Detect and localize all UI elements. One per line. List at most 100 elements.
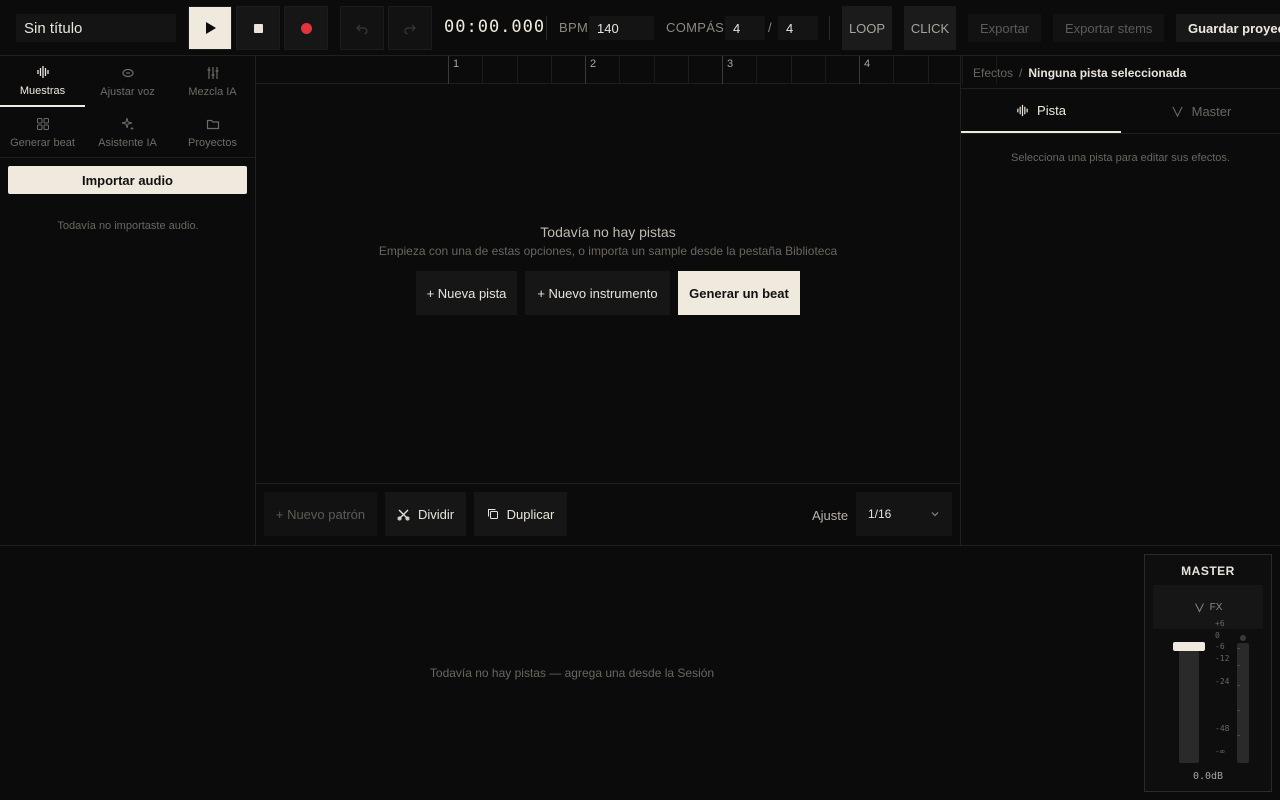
project-title-input[interactable] [16, 14, 176, 42]
timeline-empty-subtitle: Empieza con una de estas opciones, o imp… [378, 244, 838, 258]
meter-label: COMPÁS [666, 20, 725, 35]
tab-samples[interactable]: Muestras [0, 56, 85, 107]
master-level-meter [1237, 643, 1249, 763]
save-project-button[interactable]: Guardar proyecto [1176, 14, 1280, 42]
clip-indicator [1240, 635, 1246, 641]
split-label: Dividir [417, 506, 455, 522]
export-button[interactable]: Exportar [968, 14, 1042, 42]
divider [961, 133, 1280, 134]
play-button[interactable] [188, 6, 232, 50]
new-pattern-button[interactable]: + Nuevo patrón [264, 492, 377, 536]
mixer-panel: Todavía no hay pistas — agrega una desde… [0, 545, 1280, 800]
bar-line [585, 56, 586, 84]
library-panel: Muestras Ajustar voz Mezcla IA Generar b… [0, 56, 256, 545]
tab-voice[interactable]: Ajustar voz [85, 56, 170, 107]
beat-line [516, 56, 518, 84]
scale-label: +6 [1215, 619, 1225, 628]
tab-ai-assistant[interactable]: Asistente IA [85, 107, 170, 158]
fx-label: FX [1209, 601, 1223, 613]
duplicate-button[interactable]: Duplicar [474, 492, 567, 536]
scale-label: -6 [1215, 642, 1225, 651]
edit-toolbar: + Nuevo patrón Dividir Duplicar Ajuste 1… [256, 483, 960, 545]
voice-icon [121, 68, 134, 77]
duplicate-label: Duplicar [506, 506, 555, 522]
waveform-icon [1017, 104, 1028, 116]
fx-icon [1194, 602, 1204, 613]
bar-number: 2 [590, 58, 597, 70]
master-title: MASTER [1181, 564, 1235, 578]
sparkle-icon [121, 117, 134, 130]
master-fader-track[interactable] [1179, 645, 1199, 763]
beat-line [550, 56, 552, 84]
click-toggle[interactable]: CLICK [904, 6, 956, 50]
folder-icon [206, 119, 219, 129]
breadcrumb-root[interactable]: Efectos [973, 66, 1013, 80]
tab-projects[interactable]: Proyectos [170, 107, 255, 158]
snap-select[interactable]: 1/16 [856, 492, 952, 536]
master-fx-button[interactable]: FX [1153, 585, 1263, 629]
beat-line [619, 56, 621, 84]
scale-label: -48 [1215, 724, 1230, 733]
beat-line [824, 56, 826, 84]
scale-tick [1237, 665, 1240, 666]
timeline-ruler[interactable]: 1 2 3 4 [256, 56, 997, 84]
record-icon [300, 22, 312, 34]
beat-line [756, 56, 758, 84]
tab-track[interactable]: Pista [961, 89, 1121, 133]
tab-label: Ajustar voz [100, 85, 155, 98]
master-fader-handle[interactable] [1173, 642, 1205, 651]
scale-tick [1237, 685, 1240, 686]
meter-denominator-input[interactable]: 4 [778, 16, 818, 40]
scale-label: -12 [1215, 654, 1230, 663]
timecode-display: 00:00.000 [444, 17, 546, 37]
tab-label: Muestras [19, 84, 66, 97]
play-icon [206, 22, 216, 34]
undo-icon [356, 24, 368, 34]
bar-line [859, 56, 860, 84]
meter-separator: / [768, 20, 772, 35]
beat-line [687, 56, 689, 84]
snap-value: 1/16 [868, 507, 892, 521]
scale-tick [1237, 735, 1240, 736]
tab-generate-beat[interactable]: Generar beat [0, 107, 85, 158]
scale-tick [1237, 710, 1240, 711]
copy-icon [487, 509, 498, 519]
export-stems-button[interactable]: Exportar stems [1053, 14, 1165, 42]
loop-toggle[interactable]: LOOP [842, 6, 892, 50]
undo-button[interactable] [340, 6, 384, 50]
new-instrument-button[interactable]: + Nuevo instrumento [525, 271, 670, 315]
generate-beat-button[interactable]: Generar un beat [678, 271, 800, 315]
scale-tick [1237, 648, 1240, 649]
record-button[interactable] [284, 6, 328, 50]
bar-line [448, 56, 449, 84]
tab-master[interactable]: Master [1121, 89, 1280, 133]
new-track-button[interactable]: + Nueva pista [416, 271, 517, 315]
tab-label: Mezcla IA [188, 85, 237, 98]
bar-line [722, 56, 723, 84]
import-audio-button[interactable]: Importar audio [8, 166, 247, 194]
bar-number: 1 [453, 58, 460, 70]
effects-panel: Efectos / Ninguna pista seleccionada Pista… [961, 56, 1280, 545]
bar-number: 3 [727, 58, 734, 70]
bpm-input[interactable]: 140 [589, 16, 654, 40]
beat-line [482, 56, 484, 84]
tab-label: Master [1191, 103, 1232, 119]
scissors-icon [397, 509, 410, 520]
timeline-empty-title: Todavía no hay pistas [540, 224, 676, 240]
new-pattern-label: + Nuevo patrón [275, 506, 366, 522]
redo-button[interactable] [388, 6, 432, 50]
scale-label: 0 [1215, 631, 1220, 640]
stop-icon [253, 23, 263, 33]
grid-icon [36, 117, 49, 130]
divider [0, 157, 256, 158]
meter-numerator-input[interactable]: 4 [725, 16, 765, 40]
beat-line [893, 56, 895, 84]
split-button[interactable]: Dividir [385, 492, 466, 536]
waveform-icon [36, 65, 49, 78]
mixer-empty-message: Todavía no hay pistas — agrega una desde… [429, 666, 715, 680]
chevron-down-icon [931, 512, 939, 517]
master-channel: MASTER FX +6 0 -6 -12 -24 -48 -∞ 0.0dB [1144, 554, 1272, 792]
tab-ai-mix[interactable]: Mezcla IA [170, 56, 255, 107]
stop-button[interactable] [236, 6, 280, 50]
divider [829, 16, 830, 40]
